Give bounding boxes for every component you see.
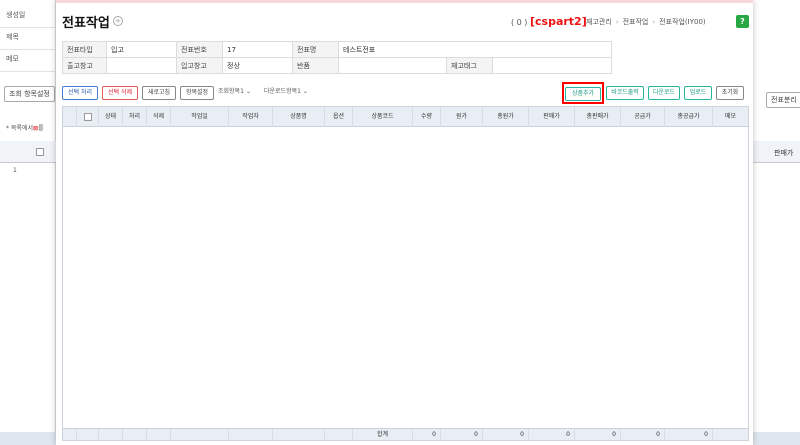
bg-row-number: 1 [13, 167, 17, 174]
footer-cell [147, 429, 171, 441]
footer-total-cost-unit: 0 [441, 429, 483, 441]
col-option[interactable]: 옵션 [325, 107, 353, 127]
query-items-select[interactable]: 조회항목1 ⌄ [218, 86, 260, 100]
footer-cell [229, 429, 273, 441]
item-settings-button[interactable]: 항목설정 [180, 86, 214, 100]
select-delete-button[interactable]: 선택 삭제 [102, 86, 138, 100]
bg-split-slip-button[interactable]: 전표분리 [766, 92, 800, 108]
footer-cell [77, 429, 99, 441]
col-sale-price[interactable]: 판매가 [529, 107, 575, 127]
grid-corner [63, 107, 77, 127]
footer-cell [325, 429, 353, 441]
col-work-date[interactable]: 작업일 [171, 107, 229, 127]
bg-list-note: * 목록에서⊠를 [6, 125, 44, 132]
chevron-right-icon: › [652, 18, 656, 26]
bg-sale-price-header: 판매가 [752, 141, 800, 163]
slip-number-value: 17 [222, 41, 293, 58]
page-title: 전표작업 [62, 16, 110, 31]
breadcrumb-item-slip-work[interactable]: 전표작업 [623, 18, 649, 26]
grid-header: 상태 처리 삭제 작업일 작업자 상품명 옵션 상품코드 수량 원가 총원가 판… [63, 107, 748, 127]
bg-footer-right [753, 432, 800, 445]
info-row: 출고창고 입고창고 정상 반품 재고태그 [62, 57, 612, 74]
col-supply-price[interactable]: 공급가 [621, 107, 665, 127]
col-worker[interactable]: 작업자 [229, 107, 273, 127]
chevron-down-icon: ⌄ [243, 88, 251, 95]
footer-total-supply-unit: 0 [621, 429, 665, 441]
barcode-print-button[interactable]: 바코드출력 [606, 86, 644, 100]
breadcrumb-item-current: 전표작업(IY00) [659, 18, 706, 26]
breadcrumb-item-inventory[interactable]: 재고관리 [586, 18, 612, 26]
slip-info-table: 전표타입 입고 전표번호 17 전표명 테스트전표 출고창고 입고창고 정상 반… [62, 41, 612, 74]
bg-title-label: 제목 [0, 28, 56, 50]
product-grid: 상태 처리 삭제 작업일 작업자 상품명 옵션 상품코드 수량 원가 총원가 판… [62, 106, 749, 441]
col-total-cost[interactable]: 총원가 [483, 107, 529, 127]
col-cost[interactable]: 원가 [441, 107, 483, 127]
select-process-button[interactable]: 선택 처리 [62, 86, 98, 100]
modal-top-border [56, 0, 753, 3]
download-button[interactable]: 다운로드 [648, 86, 680, 100]
return-value [338, 57, 447, 74]
col-memo[interactable]: 메모 [713, 107, 748, 127]
footer-total-quantity: 0 [413, 429, 441, 441]
footer-total-sale: 0 [575, 429, 621, 441]
footer-cell [273, 429, 325, 441]
select-all-checkbox[interactable] [84, 113, 92, 121]
col-product-code[interactable]: 상품코드 [353, 107, 413, 127]
background-left-panel: 생성일 제목 메모 [0, 0, 56, 445]
download-items-select[interactable]: 다운로드항목1 ⌄ [264, 86, 324, 100]
chevron-down-icon: ⌄ [300, 88, 308, 95]
info-row: 전표타입 입고 전표번호 17 전표명 테스트전표 [62, 41, 612, 58]
col-total-sale-price[interactable]: 총판매가 [575, 107, 621, 127]
breadcrumb: 재고관리 › 전표작업 › 전표작업(IY00) [586, 17, 706, 27]
bg-query-settings-button[interactable]: 조회 항목설정 [4, 86, 55, 102]
slip-number-label: 전표번호 [176, 41, 223, 58]
footer-cell [171, 429, 229, 441]
footer-total-label: 합계 [353, 429, 413, 441]
stock-tag-label: 재고태그 [446, 57, 493, 74]
count-label: ( 0 ) [511, 18, 528, 27]
slip-name-label: 전표명 [292, 41, 339, 58]
col-quantity[interactable]: 수량 [413, 107, 441, 127]
footer-total-cost: 0 [483, 429, 529, 441]
footer-total-sale-unit: 0 [529, 429, 575, 441]
reset-button[interactable]: 초기화 [716, 86, 744, 100]
return-label: 반품 [292, 57, 339, 74]
bg-footer-left [0, 432, 56, 445]
footer-memo-cell [713, 429, 748, 441]
slip-type-label: 전표타입 [62, 41, 107, 58]
col-process[interactable]: 처리 [123, 107, 147, 127]
col-status[interactable]: 상태 [99, 107, 123, 127]
add-product-highlight [562, 82, 604, 104]
footer-cell [123, 429, 147, 441]
footer-total-supply: 0 [665, 429, 713, 441]
in-warehouse-value: 정상 [222, 57, 293, 74]
page-code: [cspart2] [529, 15, 587, 28]
out-warehouse-value [106, 57, 177, 74]
bg-select-all-checkbox[interactable] [36, 148, 44, 156]
col-total-supply-price[interactable]: 총공급가 [665, 107, 713, 127]
col-product-name[interactable]: 상품명 [273, 107, 325, 127]
background-right-panel [752, 0, 800, 445]
stock-tag-value [492, 57, 612, 74]
footer-cell [99, 429, 123, 441]
slip-type-value: 입고 [106, 41, 177, 58]
bg-grid-header [0, 141, 56, 163]
footer-cell [63, 429, 77, 441]
out-warehouse-label: 출고창고 [62, 57, 107, 74]
in-warehouse-label: 입고창고 [176, 57, 223, 74]
slip-name-value: 테스트전표 [338, 41, 612, 58]
refresh-button[interactable]: 새로고침 [142, 86, 176, 100]
favorite-icon[interactable]: + [113, 16, 123, 26]
bg-memo-label: 메모 [0, 50, 56, 72]
help-button[interactable]: ? [736, 15, 749, 28]
bg-created-date-label: 생성일 [0, 6, 56, 28]
col-delete[interactable]: 삭제 [147, 107, 171, 127]
upload-button[interactable]: 업로드 [684, 86, 712, 100]
slip-work-modal: 전표작업 + ( 0 ) [cspart2] 재고관리 › 전표작업 › 전표작업(IY… [56, 0, 753, 445]
grid-footer: 합계 0 0 0 0 0 0 0 [63, 428, 748, 441]
page-code-badge: ( 0 ) [cspart2] [511, 15, 587, 28]
chevron-right-icon: › [615, 18, 619, 26]
